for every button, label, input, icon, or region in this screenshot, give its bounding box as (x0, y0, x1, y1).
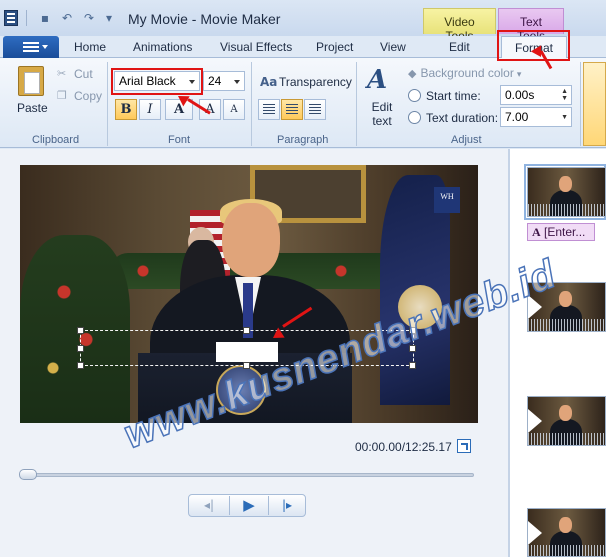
font-size-select[interactable]: 24 (203, 71, 245, 91)
align-center-icon (286, 104, 298, 115)
align-center-button[interactable] (281, 99, 303, 120)
tab-edit[interactable]: Edit (449, 40, 470, 54)
clock-icon (408, 89, 421, 102)
file-menu-button[interactable] (3, 36, 59, 58)
chevron-down-icon[interactable]: ▼ (561, 114, 568, 121)
audio-waveform (528, 545, 605, 556)
resize-handle-top-left[interactable] (77, 327, 84, 334)
text-caption-icon: A (532, 225, 541, 239)
start-time-input[interactable]: 0.00s ▲ ▼ (500, 85, 572, 105)
paint-bucket-icon: ◆ (408, 67, 417, 80)
background-color-button[interactable]: ◆ Background color ▾ (408, 66, 521, 80)
resize-handle-top[interactable] (243, 327, 250, 334)
start-time-value: 0.00s (505, 88, 535, 102)
text-duration-row: Text duration: (408, 111, 498, 125)
storyboard-clip[interactable] (527, 396, 606, 446)
chevron-down-icon (42, 45, 48, 49)
resize-handle-left[interactable] (77, 345, 84, 352)
font-size-value: 24 (208, 74, 222, 88)
tab-view[interactable]: View (380, 40, 406, 54)
paste-button[interactable]: Paste (17, 101, 48, 115)
save-icon[interactable]: ▪ (38, 11, 52, 25)
chevron-down-icon (234, 80, 240, 84)
bold-button[interactable]: B (115, 99, 137, 120)
duration-clock-icon (408, 111, 421, 124)
cut-icon: ✂ (57, 67, 67, 80)
tab-project[interactable]: Project (316, 40, 353, 54)
paste-icon[interactable] (18, 66, 44, 96)
italic-button[interactable]: I (139, 99, 161, 120)
tab-visual-effects[interactable]: Visual Effects (220, 40, 292, 54)
window-title: My Movie - Movie Maker (128, 11, 281, 27)
resize-handle-bottom-left[interactable] (77, 362, 84, 369)
transparency-icon: Aa (260, 75, 278, 89)
caption-clip-label: [Enter... (544, 225, 586, 239)
group-label-adjust: Adjust (451, 134, 482, 146)
start-time-label: Start time: (426, 89, 481, 103)
text-duration-value: 7.00 (505, 110, 529, 124)
previous-frame-button[interactable]: ◂| (190, 494, 228, 517)
group-separator (356, 62, 357, 146)
playback-timecode: 00:00.00/12:25.17 (355, 440, 452, 454)
copy-button[interactable]: Copy (74, 89, 102, 103)
group-separator (580, 62, 581, 146)
ribbon-more-button[interactable] (583, 62, 606, 146)
transparency-button[interactable]: Transparency (279, 75, 352, 89)
tab-animations[interactable]: Animations (133, 40, 192, 54)
movie-maker-app-icon[interactable] (4, 10, 18, 26)
copy-icon: ❐ (57, 89, 67, 102)
audio-waveform (528, 433, 605, 445)
caption-clip[interactable]: A [Enter... (527, 223, 595, 241)
align-right-icon (309, 104, 321, 115)
cut-button[interactable]: Cut (74, 67, 93, 81)
redo-icon[interactable]: ↷ (82, 11, 96, 25)
audio-waveform (528, 204, 605, 216)
group-separator (107, 62, 108, 146)
group-label-font: Font (168, 134, 191, 146)
video-frame-speaker-head (222, 203, 280, 277)
highlight-font-select (111, 68, 203, 95)
audio-waveform (528, 319, 605, 331)
edit-text-icon: A (367, 65, 388, 95)
text-duration-label: Text duration: (426, 111, 499, 125)
seek-thumb[interactable] (19, 469, 37, 480)
storyboard-clip[interactable] (527, 508, 606, 557)
shrink-font-button[interactable]: A (223, 99, 245, 120)
align-left-button[interactable] (258, 99, 280, 120)
transition-icon (528, 409, 542, 433)
next-frame-button[interactable]: |▸ (269, 494, 305, 517)
storyboard-clip[interactable] (527, 167, 606, 217)
edit-text-button[interactable]: Edit text (369, 100, 395, 128)
customize-qat-icon[interactable]: ▾ (102, 11, 116, 25)
tab-home[interactable]: Home (74, 40, 106, 54)
context-tab-video-tools: Video Tools (423, 8, 496, 43)
transition-icon (528, 521, 542, 545)
fullscreen-icon[interactable] (457, 439, 471, 453)
play-button[interactable]: ▶ (230, 494, 268, 517)
undo-icon[interactable]: ↶ (60, 11, 74, 25)
start-time-row: Start time: (408, 89, 481, 103)
seek-bar[interactable] (21, 473, 474, 477)
group-separator (251, 62, 252, 146)
chevron-down-icon: ▾ (516, 69, 522, 79)
menu-icon (23, 42, 39, 53)
align-left-icon (263, 104, 275, 115)
group-label-clipboard: Clipboard (32, 134, 80, 146)
spinner-arrows-icon[interactable]: ▲ ▼ (561, 88, 568, 102)
video-frame-tree (20, 235, 130, 423)
video-frame-wh-badge: WH (434, 187, 460, 213)
text-duration-input[interactable]: 7.00 ▼ (500, 107, 572, 127)
align-right-button[interactable] (304, 99, 326, 120)
group-label-paragraph: Paragraph (277, 134, 329, 146)
quick-access-separator (26, 10, 27, 26)
resize-handle-bottom-right[interactable] (409, 362, 416, 369)
background-color-label: Background color (420, 66, 514, 80)
